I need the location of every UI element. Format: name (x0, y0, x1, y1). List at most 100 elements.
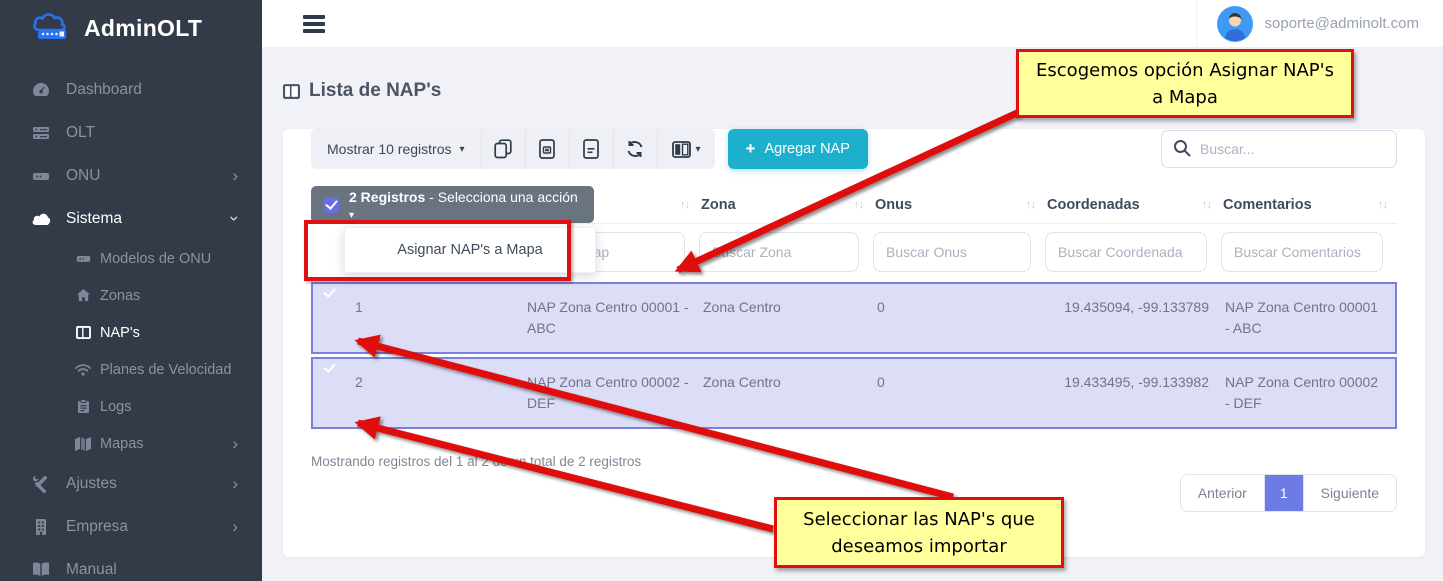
page-size-dropdown[interactable]: Mostrar 10 registros ▾ (311, 129, 481, 169)
plus-icon: + (746, 139, 756, 159)
modem-icon (30, 167, 52, 185)
table-toolbar: Mostrar 10 registros ▾ (311, 129, 1397, 169)
sidebar-item-naps[interactable]: NAP's (0, 314, 262, 351)
column-visibility-button[interactable]: ▾ (657, 129, 715, 169)
records-summary: Mostrando registros del 1 al 2 de un tot… (311, 454, 641, 469)
menu-item-asignar-naps-a-mapa[interactable]: Asignar NAP's a Mapa (344, 227, 596, 273)
tools-icon (30, 475, 52, 493)
sidebar-item-olt[interactable]: OLT (0, 111, 262, 154)
home-icon (74, 288, 92, 303)
table-row[interactable]: 1 NAP Zona Centro 00001 - ABC Zona Centr… (311, 282, 1397, 354)
header-label: Onus (875, 197, 912, 213)
cell-nap: NAP Zona Centro 00002 - DEF (525, 359, 701, 427)
cell-onus: 0 (875, 284, 1047, 352)
map-icon (74, 437, 92, 451)
pagination-next[interactable]: Siguiente (1303, 475, 1396, 511)
wifi-icon (74, 363, 92, 376)
header-label: Comentarios (1223, 197, 1312, 213)
sidebar-nav: Dashboard OLT ONU › Sistema › (0, 68, 262, 581)
sidebar-item-label: Empresa (66, 518, 128, 536)
bulk-action-dropdown[interactable]: 2 Registros - Selecciona una acción ▾ (311, 186, 594, 223)
cell-comentarios: NAP Zona Centro 00001 - ABC (1223, 284, 1395, 352)
pagination-prev[interactable]: Anterior (1181, 475, 1264, 511)
refresh-button[interactable] (613, 129, 657, 169)
sidebar-item-onu[interactable]: ONU › (0, 154, 262, 197)
sidebar-item-label: Dashboard (66, 81, 142, 99)
server-stack-icon (30, 124, 52, 142)
copy-icon (494, 139, 512, 159)
copy-button[interactable] (481, 129, 525, 169)
modem-icon (74, 251, 92, 266)
filter-zona-input[interactable] (699, 232, 859, 272)
header-zona[interactable]: Zona ↑↓ (699, 197, 873, 213)
sidebar-item-label: Manual (66, 561, 117, 579)
book-icon (30, 562, 52, 577)
excel-file-icon (539, 139, 555, 159)
sidebar-item-label: NAP's (100, 325, 140, 341)
sidebar-item-label: Modelos de ONU (100, 251, 211, 267)
bulk-action-label: - Selecciona una acción (429, 189, 578, 205)
sort-icon: ↑↓ (680, 199, 689, 211)
nap-list-card: Mostrar 10 registros ▾ (283, 129, 1425, 557)
header-onus[interactable]: Onus↑↓ (873, 197, 1045, 213)
table-tools-group: Mostrar 10 registros ▾ (311, 129, 715, 169)
sidebar-item-empresa[interactable]: Empresa › (0, 505, 262, 548)
chevron-down-icon: › (227, 216, 244, 222)
page-size-label: Mostrar 10 registros (327, 141, 451, 157)
header-label: Coordenadas (1047, 197, 1140, 213)
export-excel-button[interactable] (525, 129, 569, 169)
sidebar-item-label: Logs (100, 399, 131, 415)
brand-name: AdminOLT (84, 15, 202, 42)
select-all-checkbox[interactable] (323, 197, 339, 213)
search-icon (1173, 139, 1191, 157)
sidebar-item-zonas[interactable]: Zonas (0, 277, 262, 314)
header-label: Zona (701, 197, 736, 213)
sidebar-item-label: ONU (66, 167, 100, 185)
cell-onus: 0 (875, 359, 1047, 427)
cell-zona: Zona Centro (701, 359, 875, 427)
table-row[interactable]: 2 NAP Zona Centro 00002 - DEF Zona Centr… (311, 357, 1397, 429)
sidebar: AdminOLT Dashboard OLT ONU › (0, 0, 262, 581)
brand[interactable]: AdminOLT (0, 0, 262, 54)
avatar (1217, 6, 1253, 42)
pagination-page-1[interactable]: 1 (1264, 475, 1303, 511)
file-icon (583, 139, 599, 159)
filter-comentarios-input[interactable] (1221, 232, 1383, 272)
sidebar-item-manual[interactable]: Manual (0, 548, 262, 581)
caret-down-icon: ▾ (459, 144, 464, 155)
export-file-button[interactable] (569, 129, 613, 169)
topbar: soporte@adminolt.com (262, 0, 1443, 48)
columns-icon (672, 141, 691, 158)
sidebar-item-mapas[interactable]: Mapas › (0, 425, 262, 462)
sidebar-item-sistema[interactable]: Sistema › (0, 197, 262, 240)
cell-coordenadas: 19.433495, -99.133982 (1047, 359, 1223, 427)
cell-id: 2 (353, 359, 525, 427)
pagination: Anterior 1 Siguiente (1180, 474, 1397, 512)
sidebar-item-modelos-de-onu[interactable]: Modelos de ONU (0, 240, 262, 277)
header-comentarios[interactable]: Comentarios ↑↓ (1221, 197, 1397, 213)
caret-down-icon: ▾ (349, 210, 354, 221)
filter-coordenadas-input[interactable] (1045, 232, 1207, 272)
sort-icon: ↑↓ (1378, 199, 1387, 211)
sidebar-item-label: Planes de Velocidad (100, 362, 231, 378)
filter-onus-input[interactable] (873, 232, 1031, 272)
selected-count: 2 Registros (349, 189, 425, 205)
cell-coordenadas: 19.435094, -99.133789 (1047, 284, 1223, 352)
add-nap-label: Agregar NAP (764, 141, 849, 157)
sidebar-item-label: Ajustes (66, 475, 117, 493)
add-nap-button[interactable]: + Agregar NAP (728, 129, 868, 169)
sidebar-item-dashboard[interactable]: Dashboard (0, 68, 262, 111)
callout-asignar-nap: Escogemos opción Asignar NAP's a Mapa (1016, 49, 1354, 118)
table-icon (283, 84, 300, 99)
sidebar-item-logs[interactable]: Logs (0, 388, 262, 425)
sidebar-item-planes-de-velocidad[interactable]: Planes de Velocidad (0, 351, 262, 388)
menu-toggle-icon[interactable] (303, 12, 325, 36)
brand-logo-icon (30, 12, 74, 44)
sidebar-item-ajustes[interactable]: Ajustes › (0, 462, 262, 505)
search-input[interactable] (1161, 130, 1397, 168)
refresh-icon (625, 139, 645, 159)
sidebar-item-label: Mapas (100, 436, 144, 452)
header-coordenadas[interactable]: Coordenadas↑↓ (1045, 197, 1221, 213)
sort-icon: ↑↓ (854, 199, 863, 211)
user-menu[interactable]: soporte@adminolt.com (1196, 0, 1443, 47)
